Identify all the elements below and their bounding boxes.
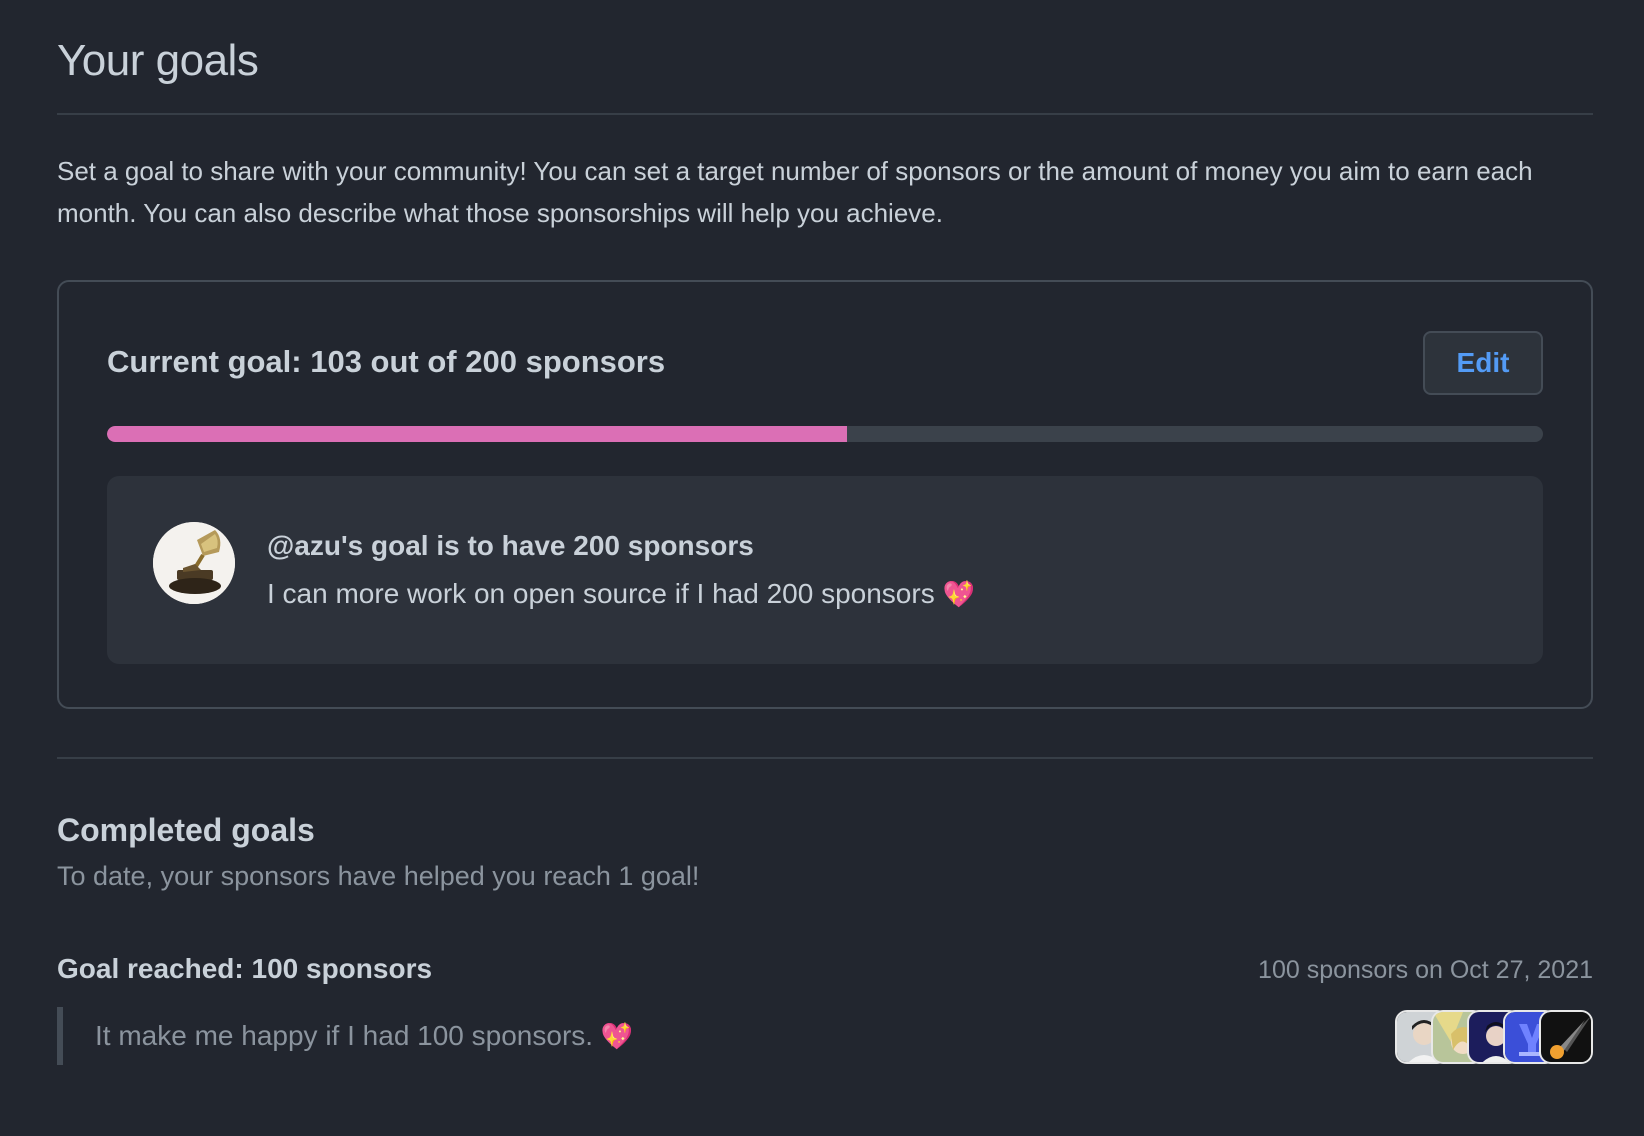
goal-reached-date: 100 sponsors on Oct 27, 2021 [1258,956,1593,984]
sparkling-heart-icon: 💖 [600,1021,634,1051]
goal-progress-bar [107,426,1543,442]
sparkling-heart-icon: 💖 [942,579,975,609]
goal-card-title: @azu's goal is to have 200 sponsors [267,530,754,561]
edit-goal-button[interactable]: Edit [1423,331,1543,395]
goal-progress-fill [107,426,847,442]
divider [57,757,1593,759]
avatar[interactable] [153,522,235,604]
comet-avatar-icon [1541,1012,1591,1062]
sponsor-avatar[interactable] [1539,1010,1593,1064]
goal-reached-title: Goal reached: 100 sponsors [57,953,433,984]
goal-card-description: I can more work on open source if I had … [267,578,975,610]
sponsor-avatar-stack [1395,1010,1593,1064]
goal-reached-quote: It make me happy if I had 100 sponsors. … [57,1007,757,1065]
current-goal-heading: Current goal: 103 out of 200 sponsors [107,344,666,379]
gramophone-icon [153,522,235,604]
goal-description-text: I can more work on open source if I had … [267,578,935,609]
page-title: Your goals [57,36,259,85]
intro-text: Set a goal to share with your community!… [57,156,1533,228]
completed-goals-subtitle: To date, your sponsors have helped you r… [57,861,700,891]
current-goal-box: Current goal: 103 out of 200 sponsors Ed… [57,280,1593,709]
goal-description-card: @azu's goal is to have 200 sponsors I ca… [107,476,1543,664]
goal-quote-text: It make me happy if I had 100 sponsors. [95,1020,594,1051]
goals-page: Your goals Set a goal to share with your… [0,0,1644,1136]
divider [57,113,1593,115]
completed-goals-heading: Completed goals [57,812,315,848]
